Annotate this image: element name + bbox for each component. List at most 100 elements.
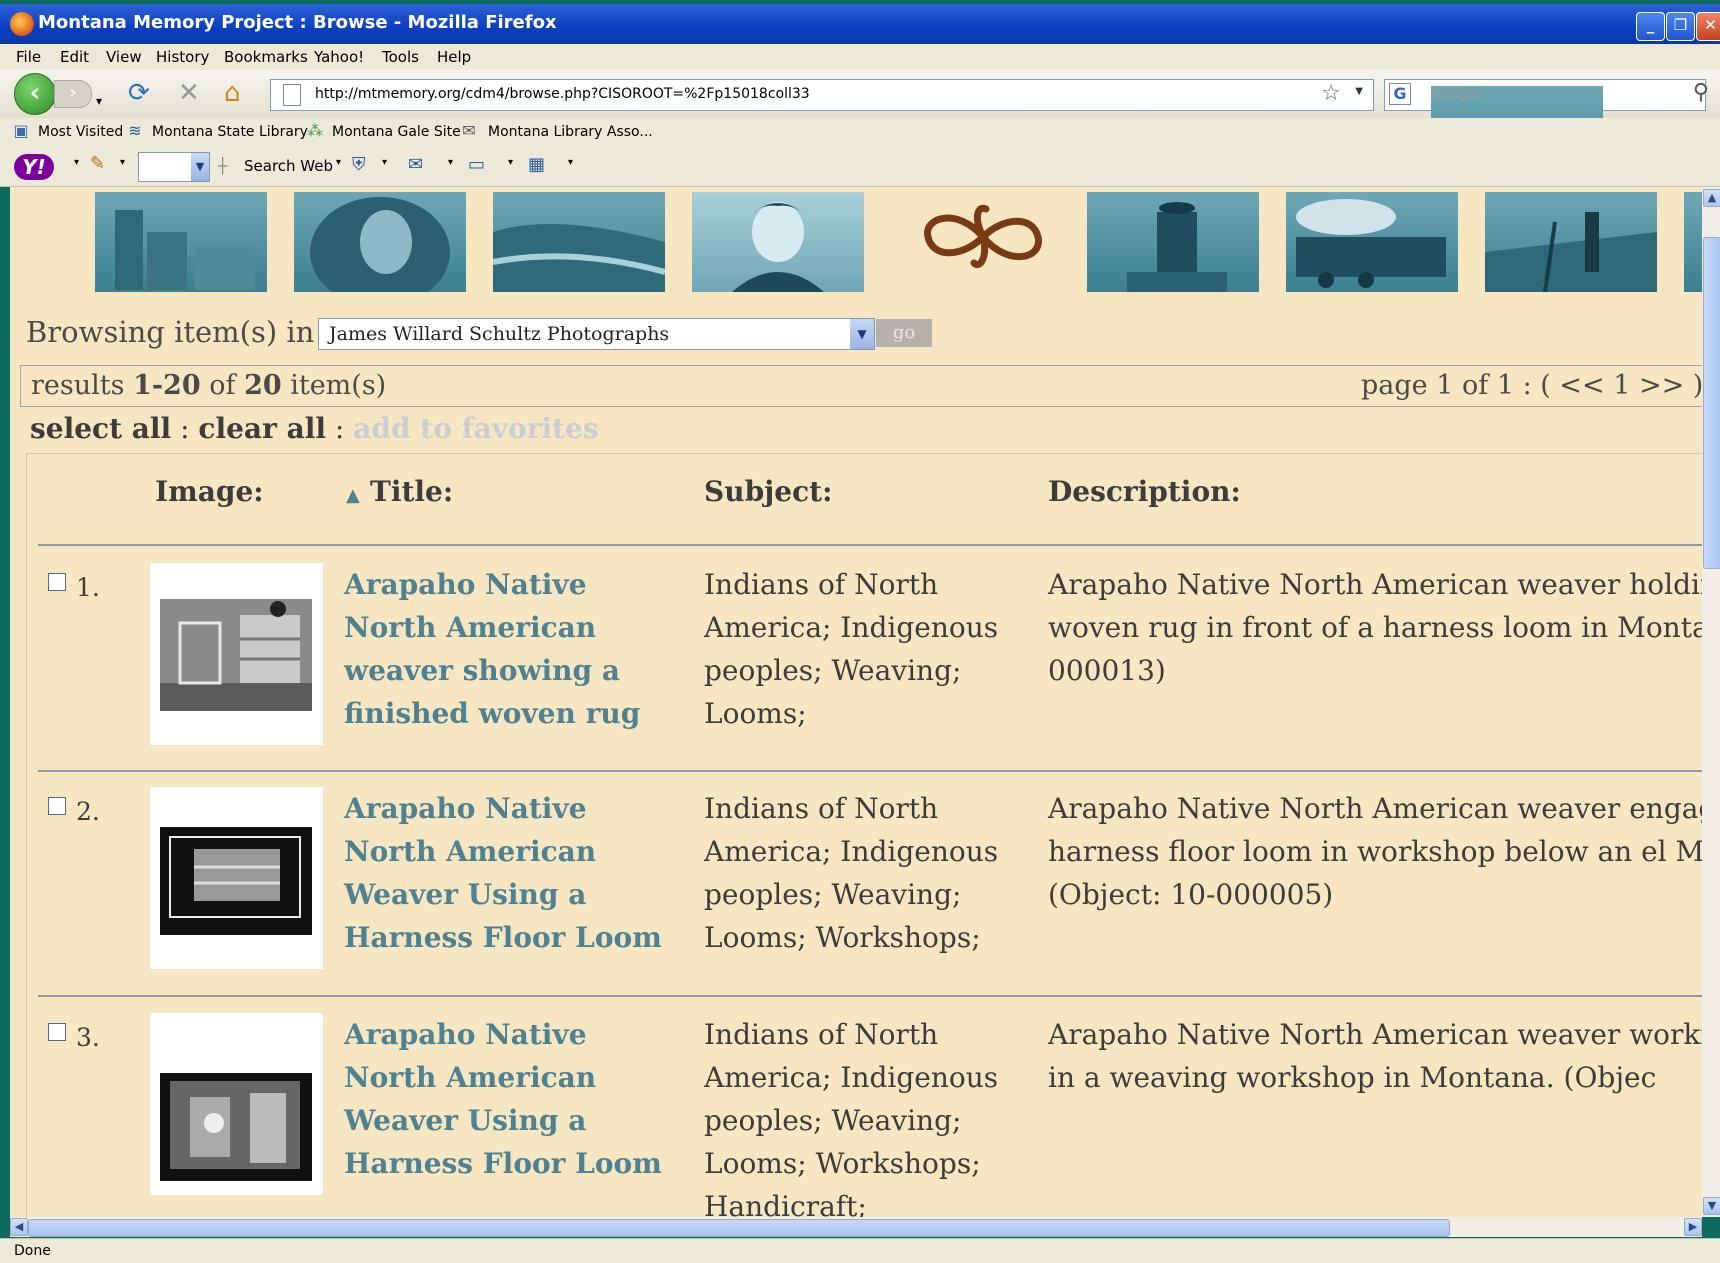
results-suffix: item(s) bbox=[281, 370, 387, 401]
menu-history[interactable]: History bbox=[156, 48, 209, 66]
collection-select[interactable]: James Willard Schultz Photographs ▼ bbox=[318, 318, 875, 350]
separator-icon: ┼ bbox=[218, 157, 228, 175]
row-checkbox[interactable] bbox=[48, 573, 66, 591]
pager[interactable]: page 1 of 1 : ( << 1 >> ) :: bbox=[1361, 370, 1710, 401]
menu-tools[interactable]: Tools bbox=[382, 48, 419, 66]
search-icon[interactable]: ⚲ bbox=[1693, 80, 1709, 105]
scroll-down-icon[interactable]: ▼ bbox=[1703, 1197, 1720, 1215]
window-icon[interactable]: ▭ bbox=[468, 154, 485, 175]
header-description[interactable]: Description: bbox=[1048, 475, 1241, 508]
select-all-link[interactable]: select all bbox=[30, 412, 171, 445]
title-bar: Montana Memory Project : Browse - Mozill… bbox=[0, 4, 1720, 44]
row-title-link[interactable]: Arapaho Native North American Weaver Usi… bbox=[344, 1013, 684, 1185]
row-title-link[interactable]: Arapaho Native North American weaver sho… bbox=[344, 563, 684, 735]
row-checkbox[interactable] bbox=[48, 1023, 66, 1041]
row-thumbnail[interactable] bbox=[150, 563, 323, 745]
horizontal-scroll-thumb[interactable] bbox=[28, 1219, 1450, 1237]
header-subject[interactable]: Subject: bbox=[704, 475, 832, 508]
vertical-scroll-thumb[interactable] bbox=[1703, 237, 1720, 569]
scroll-right-icon[interactable]: ▶ bbox=[1684, 1218, 1702, 1236]
mail-dropdown-icon[interactable]: ▾ bbox=[448, 157, 453, 168]
separator: : bbox=[171, 412, 199, 445]
scroll-left-icon[interactable]: ◀ bbox=[10, 1218, 28, 1236]
scroll-up-icon[interactable]: ▲ bbox=[1703, 189, 1720, 207]
results-range: 1-20 bbox=[133, 370, 201, 401]
add-to-favorites-link[interactable]: add to favorites bbox=[353, 412, 598, 445]
montana-state-library-icon: ≋ bbox=[128, 121, 142, 140]
forward-button[interactable]: › bbox=[54, 80, 92, 108]
page-content: Browsing item(s) in James Willard Schult… bbox=[10, 187, 1710, 1217]
divider bbox=[38, 770, 1710, 772]
banner-photo-chief bbox=[294, 192, 466, 292]
sort-ascending-icon[interactable]: ▲ bbox=[346, 485, 360, 506]
banner-photo-woman bbox=[692, 192, 864, 292]
google-icon[interactable]: G bbox=[1389, 83, 1411, 105]
results-of: of bbox=[200, 370, 245, 401]
window-dropdown-icon[interactable]: ▾ bbox=[508, 157, 513, 168]
mail-icon[interactable]: ✉ bbox=[408, 154, 423, 175]
search-bar[interactable]: G Google ⚲ bbox=[1384, 79, 1709, 186]
header-banner bbox=[10, 187, 1710, 299]
navigation-toolbar: ‹ › ▾ ⟳ ✕ ⌂ http://mtmemory.org/cdm4/bro… bbox=[0, 70, 1720, 186]
most-visited-icon: ▣ bbox=[13, 121, 29, 140]
bookmark-montana-state-library[interactable]: Montana State Library bbox=[152, 124, 308, 140]
bookmarks-toolbar: ▣ Most Visited ≋ Montana State Library ⁂… bbox=[0, 118, 1720, 148]
browse-label: Browsing item(s) in bbox=[26, 315, 315, 349]
shield-dropdown-icon[interactable]: ▾ bbox=[382, 157, 387, 168]
minimize-button[interactable]: _ bbox=[1636, 12, 1665, 41]
url-text: http://mtmemory.org/cdm4/browse.php?CISO… bbox=[315, 86, 810, 102]
games-dropdown-icon[interactable]: ▾ bbox=[568, 157, 573, 168]
menu-yahoo[interactable]: Yahoo! bbox=[314, 48, 364, 66]
bookmark-star-icon[interactable]: ☆ bbox=[1321, 81, 1341, 106]
menu-edit[interactable]: Edit bbox=[60, 48, 89, 66]
menu-bookmarks[interactable]: Bookmarks bbox=[224, 48, 308, 66]
window-left-frame bbox=[0, 187, 10, 1263]
header-title[interactable]: Title: bbox=[370, 475, 453, 508]
menu-help[interactable]: Help bbox=[437, 48, 471, 66]
go-button[interactable]: go bbox=[876, 319, 932, 347]
back-button[interactable]: ‹ bbox=[14, 73, 56, 115]
divider bbox=[38, 995, 1710, 997]
close-button[interactable]: ✕ bbox=[1696, 12, 1720, 41]
search-web-dropdown-icon[interactable]: ▾ bbox=[336, 157, 341, 168]
home-icon[interactable]: ⌂ bbox=[224, 78, 241, 108]
row-thumbnail[interactable] bbox=[150, 1013, 323, 1195]
bookmark-most-visited[interactable]: Most Visited bbox=[38, 124, 123, 140]
montana-gale-icon: ⁂ bbox=[307, 121, 323, 140]
ornament-icon bbox=[924, 204, 1042, 268]
yahoo-dropdown-icon[interactable]: ▾ bbox=[74, 157, 79, 168]
url-bar[interactable]: http://mtmemory.org/cdm4/browse.php?CISO… bbox=[270, 79, 1374, 111]
reload-icon[interactable]: ⟳ bbox=[128, 78, 150, 108]
banner-photo-train bbox=[1286, 192, 1458, 292]
yahoo-search-input[interactable]: ▼ bbox=[138, 152, 210, 182]
menu-file[interactable]: File bbox=[16, 48, 41, 66]
bookmark-montana-library-asso[interactable]: Montana Library Asso... bbox=[488, 124, 653, 140]
url-dropdown-icon[interactable]: ▼ bbox=[1355, 86, 1363, 97]
row-title-link[interactable]: Arapaho Native North American Weaver Usi… bbox=[344, 787, 684, 959]
row-thumbnail[interactable] bbox=[150, 787, 323, 969]
shield-icon[interactable]: ⛨ bbox=[352, 154, 366, 175]
history-dropdown-icon[interactable]: ▾ bbox=[96, 86, 102, 116]
pencil-dropdown-icon[interactable]: ▾ bbox=[120, 157, 125, 168]
banner-photo-surveyor bbox=[1485, 192, 1657, 292]
row-checkbox[interactable] bbox=[48, 797, 66, 815]
row-subject: Indians of North America; Indigenous peo… bbox=[704, 792, 999, 954]
pencil-icon[interactable]: ✎ bbox=[90, 153, 105, 174]
header-image: Image: bbox=[155, 475, 264, 508]
games-icon[interactable]: ▦ bbox=[528, 154, 545, 175]
menu-bar: File Edit View History Bookmarks Yahoo! … bbox=[0, 44, 1720, 70]
horizontal-scrollbar[interactable]: ◀ ▶ bbox=[10, 1217, 1702, 1237]
stop-icon[interactable]: ✕ bbox=[178, 78, 200, 108]
search-web-button[interactable]: Search Web bbox=[244, 157, 333, 175]
menu-view[interactable]: View bbox=[106, 48, 142, 66]
chevron-down-icon[interactable]: ▼ bbox=[191, 153, 209, 181]
vertical-scrollbar[interactable]: ▲ ▼ bbox=[1702, 187, 1720, 1217]
yahoo-logo-icon[interactable]: Y! bbox=[14, 154, 54, 180]
banner-photo-grain-elevator bbox=[95, 192, 267, 292]
maximize-button[interactable]: ❐ bbox=[1666, 12, 1695, 41]
clear-all-link[interactable]: clear all bbox=[198, 412, 326, 445]
bookmark-montana-gale-site[interactable]: Montana Gale Site bbox=[332, 124, 461, 140]
results-prefix: results bbox=[31, 370, 134, 401]
chevron-down-icon[interactable]: ▼ bbox=[850, 319, 874, 349]
status-text: Done bbox=[14, 1243, 51, 1259]
